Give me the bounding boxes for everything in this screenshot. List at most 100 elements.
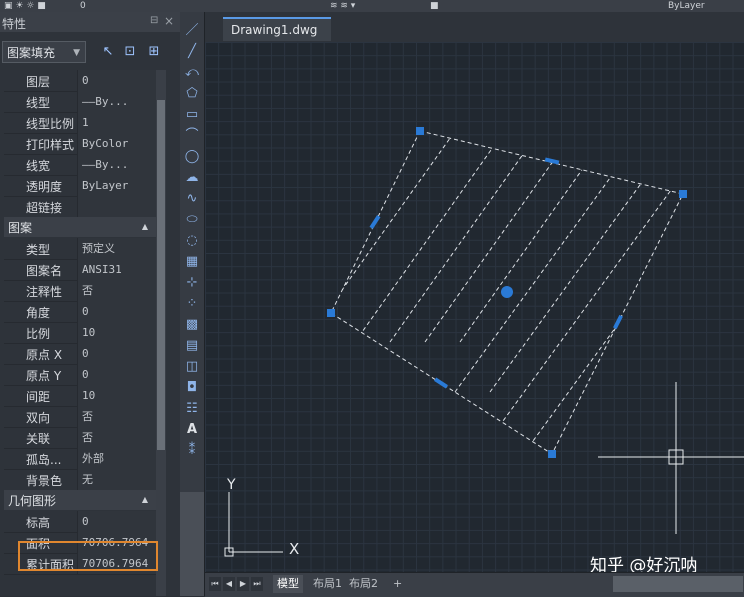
layer-value[interactable]: 0 xyxy=(80,1,86,11)
last-tab-icon[interactable]: ⏭ xyxy=(251,577,263,591)
property-value[interactable]: 0 xyxy=(77,364,156,385)
object-type-dropdown[interactable]: 图案填充 ▼ xyxy=(2,41,86,63)
scrollbar-thumb[interactable] xyxy=(157,100,165,450)
layout-tab[interactable]: 布局2 xyxy=(345,575,382,593)
midpoint-grip[interactable] xyxy=(613,314,623,330)
property-row[interactable]: 关联 否 xyxy=(4,427,156,449)
property-value[interactable] xyxy=(77,196,156,217)
property-row[interactable]: 超链接 xyxy=(4,196,156,218)
ellipse-icon[interactable]: ⬭ xyxy=(182,211,202,229)
property-value[interactable]: 外部 xyxy=(77,448,156,469)
collapse-icon[interactable]: ▲ xyxy=(142,495,148,504)
property-value[interactable]: 否 xyxy=(77,280,156,301)
property-value[interactable]: 0 xyxy=(77,70,156,91)
point-icon[interactable]: ⁘ xyxy=(182,295,202,313)
first-tab-icon[interactable]: ⏮ xyxy=(209,577,221,591)
property-row[interactable]: 角度 0 xyxy=(4,301,156,323)
property-row[interactable]: 原点 X 0 xyxy=(4,343,156,365)
toggle-pickadd-icon[interactable]: ↖ xyxy=(100,44,116,60)
property-row[interactable]: 比例 10 xyxy=(4,322,156,344)
close-icon[interactable]: × xyxy=(164,14,174,28)
layer-icons[interactable]: ▣ ☀ ☼ ■ xyxy=(4,1,46,11)
line-icon[interactable]: ／ xyxy=(182,22,202,40)
property-row[interactable]: 标高 0 xyxy=(4,511,156,533)
spline-icon[interactable]: ∿ xyxy=(182,190,202,208)
property-row[interactable]: 间距 10 xyxy=(4,385,156,407)
category-geometry[interactable]: 几何图形 ▲ xyxy=(4,490,156,510)
property-row[interactable]: 打印样式 ByColor xyxy=(4,133,156,155)
polyline-icon[interactable]: ⤺ xyxy=(182,64,202,82)
property-row[interactable]: 孤岛... 外部 xyxy=(4,448,156,470)
property-row[interactable]: 图层 0 xyxy=(4,70,156,92)
polygon-icon[interactable]: ⬠ xyxy=(182,85,202,103)
add-layout-tab[interactable]: + xyxy=(389,575,406,593)
revcloud-icon[interactable]: ☁ xyxy=(182,169,202,187)
property-row[interactable]: 线宽 ——By... xyxy=(4,154,156,176)
property-value[interactable]: ByLayer xyxy=(77,175,156,196)
midpoint-grip[interactable] xyxy=(434,377,448,389)
mtext-icon[interactable]: A xyxy=(182,421,202,439)
ellipse-arc-icon[interactable]: ◌ xyxy=(182,232,202,250)
corner-grip[interactable] xyxy=(548,450,556,458)
property-value[interactable]: 否 xyxy=(77,406,156,427)
layout-tab[interactable]: 布局1 xyxy=(309,575,346,593)
property-row[interactable]: 类型 预定义 xyxy=(4,238,156,260)
property-row[interactable]: 原点 Y 0 xyxy=(4,364,156,386)
rectangle-icon[interactable]: ▭ xyxy=(182,106,202,124)
property-value[interactable]: 0 xyxy=(77,343,156,364)
property-row[interactable]: 透明度 ByLayer xyxy=(4,175,156,197)
table-icon[interactable]: ☷ xyxy=(182,400,202,418)
property-label: 超链接 xyxy=(26,201,63,215)
property-value[interactable]: ——By... xyxy=(77,91,156,112)
drawing-canvas[interactable]: Y X xyxy=(205,42,744,572)
category-pattern[interactable]: 图案 ▲ xyxy=(4,217,156,237)
region-icon[interactable]: ◘ xyxy=(182,379,202,397)
center-grip[interactable] xyxy=(501,286,513,298)
panel-scrollbar[interactable] xyxy=(156,70,166,596)
prev-tab-icon[interactable]: ◀ xyxy=(223,577,235,591)
property-value[interactable]: 0 xyxy=(77,301,156,322)
property-value[interactable]: 预定义 xyxy=(77,238,156,259)
midpoint-grip[interactable] xyxy=(369,215,381,229)
property-value[interactable]: 10 xyxy=(77,385,156,406)
add-selected-icon[interactable]: ⁑ xyxy=(182,442,202,460)
property-value[interactable]: 否 xyxy=(77,427,156,448)
toolbar-scrollbar[interactable] xyxy=(180,492,204,596)
next-tab-icon[interactable]: ▶ xyxy=(237,577,249,591)
linetype-value[interactable]: ByLayer xyxy=(668,1,705,11)
property-value[interactable]: ANSI31 xyxy=(77,259,156,280)
property-value[interactable]: 0 xyxy=(77,511,156,532)
quick-select-icon[interactable]: ⊞ xyxy=(146,44,162,60)
xline-icon[interactable]: ╱ xyxy=(182,43,202,61)
property-row[interactable]: 线型比例 1 xyxy=(4,112,156,134)
boundary-icon[interactable]: ◫ xyxy=(182,358,202,376)
tab-drawing1[interactable]: Drawing1.dwg xyxy=(223,17,331,41)
property-row[interactable]: 线型 ——By... xyxy=(4,91,156,113)
property-row[interactable]: 双向 否 xyxy=(4,406,156,428)
property-value[interactable]: 1 xyxy=(77,112,156,133)
horizontal-scrollbar[interactable] xyxy=(613,576,743,592)
property-value[interactable]: ——By... xyxy=(77,154,156,175)
property-row[interactable]: 背景色无 xyxy=(4,469,156,491)
property-value[interactable]: ByColor xyxy=(77,133,156,154)
layer-stack-icon[interactable]: ≋ ≋ ▾ xyxy=(330,1,355,11)
color-swatch-icon[interactable]: ■ xyxy=(430,1,439,11)
corner-grip[interactable] xyxy=(327,309,335,317)
select-objects-icon[interactable]: ⊡ xyxy=(122,44,138,60)
circle-icon[interactable]: ◯ xyxy=(182,148,202,166)
layout-tab[interactable]: 模型 xyxy=(273,575,303,593)
collapse-icon[interactable]: ▲ xyxy=(142,222,148,231)
property-value[interactable]: 无 xyxy=(77,469,156,490)
property-value[interactable]: 10 xyxy=(77,322,156,343)
corner-grip[interactable] xyxy=(679,190,687,198)
make-block-icon[interactable]: ⊹ xyxy=(182,274,202,292)
hatch-icon[interactable]: ▩ xyxy=(182,316,202,334)
corner-grip[interactable] xyxy=(416,127,424,135)
insert-block-icon[interactable]: ▦ xyxy=(182,253,202,271)
pin-icon[interactable]: ⊟ xyxy=(150,15,158,26)
property-row[interactable]: 图案名 ANSI31 xyxy=(4,259,156,281)
arc-icon[interactable]: ⌒ xyxy=(182,127,202,145)
property-row[interactable]: 注释性否 xyxy=(4,280,156,302)
gradient-icon[interactable]: ▤ xyxy=(182,337,202,355)
property-label: 间距 xyxy=(26,390,51,404)
